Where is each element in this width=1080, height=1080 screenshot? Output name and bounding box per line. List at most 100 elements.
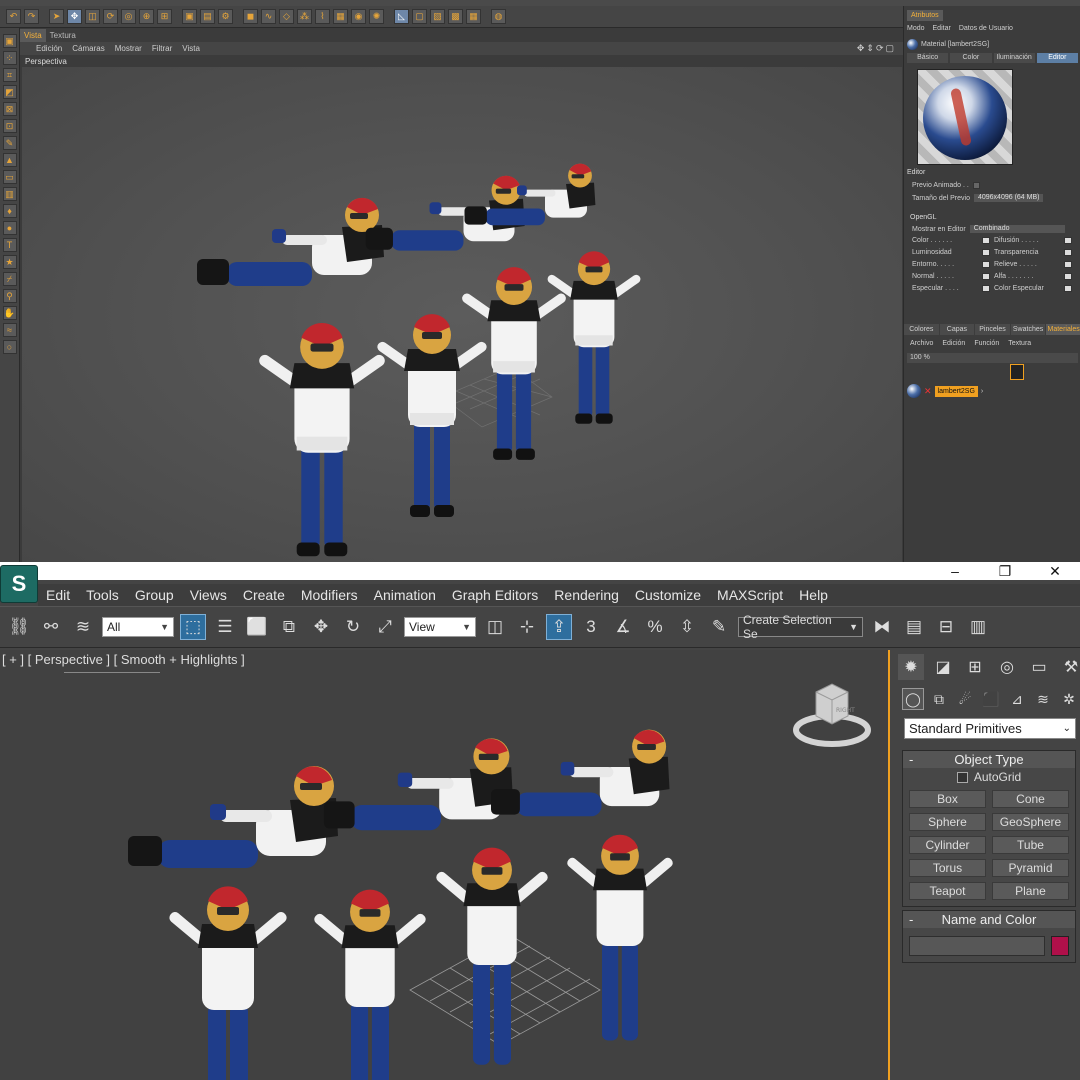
fill-icon[interactable]: ▲	[2, 153, 17, 167]
teapot-button[interactable]: Teapot	[909, 882, 986, 900]
subtab-editor[interactable]: Editor	[1036, 53, 1078, 63]
lock-axis-icon[interactable]: ⊕	[139, 9, 154, 24]
display-tab-icon[interactable]: ▭	[1026, 654, 1052, 680]
helpers-icon[interactable]: ⊿	[1006, 688, 1028, 710]
render-view-icon[interactable]: ▣	[182, 9, 197, 24]
menu-tools[interactable]: Tools	[78, 587, 127, 603]
torus-button[interactable]: Torus	[909, 859, 986, 877]
channel-checkbox[interactable]	[982, 237, 990, 244]
restore-button[interactable]: ❐	[980, 562, 1030, 580]
menu-help[interactable]: Help	[791, 587, 836, 603]
tab-pinceles[interactable]: Pinceles	[975, 324, 1010, 335]
render-pv-icon[interactable]: ▤	[200, 9, 215, 24]
cylinder-button[interactable]: Cylinder	[909, 836, 986, 854]
rect-selection-icon[interactable]: ⬜	[244, 614, 270, 640]
menu-group[interactable]: Group	[127, 587, 182, 603]
geometry-icon[interactable]: ◯	[902, 688, 924, 710]
menu-edicion-mat[interactable]: Edición	[942, 339, 965, 349]
spinner-snap-icon[interactable]: ⇳	[674, 614, 700, 640]
menu-animation[interactable]: Animation	[366, 587, 444, 603]
select-icon[interactable]: ➤	[49, 9, 64, 24]
bind-spacewarp-icon[interactable]: ≋	[70, 614, 96, 640]
object-type-header[interactable]: - Object Type	[903, 751, 1075, 768]
texture-mode-icon[interactable]: ▧	[430, 9, 445, 24]
material-row[interactable]: ✕ lambert2SG ›	[907, 384, 983, 398]
polygons-mode-icon[interactable]: ◩	[2, 85, 17, 99]
channel-checkbox[interactable]	[1064, 237, 1072, 244]
deformer-icon[interactable]: ⌇	[315, 9, 330, 24]
select-manipulate-icon[interactable]: ⊹	[514, 614, 540, 640]
star-icon[interactable]: ★	[2, 255, 17, 269]
viewport-nav-icons[interactable]: ✥⇕⟳▢	[857, 43, 896, 54]
keyboard-shortcut-override-icon[interactable]: ⇪	[546, 614, 572, 640]
menu-edicion[interactable]: Edición	[36, 42, 62, 55]
subtab-color[interactable]: Color	[950, 53, 992, 63]
shapes-icon[interactable]: ⧉	[928, 688, 950, 710]
channel-checkbox[interactable]	[982, 261, 990, 268]
menu-maxscript[interactable]: MAXScript	[709, 587, 791, 603]
cameras-icon[interactable]: ⬛	[980, 688, 1002, 710]
brush-icon[interactable]: ✎	[2, 136, 17, 150]
name-color-header[interactable]: - Name and Color	[903, 911, 1075, 928]
align-icon[interactable]: ▤	[901, 614, 927, 640]
lights-icon[interactable]: ☄	[954, 688, 976, 710]
array-icon[interactable]: ⁂	[297, 9, 312, 24]
chevron-right-icon[interactable]: ›	[981, 388, 983, 395]
plane-button[interactable]: Plane	[992, 882, 1069, 900]
snaps-toggle-icon[interactable]: 3	[578, 614, 604, 640]
pivot-center-icon[interactable]: ◫	[482, 614, 508, 640]
tab-atributos[interactable]: Atributos	[907, 10, 943, 21]
texture-axis-icon[interactable]: ⊡	[2, 119, 17, 133]
scale-icon[interactable]: ◫	[85, 9, 100, 24]
move-icon[interactable]: ✥	[67, 9, 82, 24]
scene-explorer-icon[interactable]: ▥	[965, 614, 991, 640]
max-viewport[interactable]: [ + ] [ Perspective ] [ Smooth + Highlig…	[0, 650, 890, 1080]
layer-icon[interactable]: ▥	[2, 187, 17, 201]
box-button[interactable]: Box	[909, 790, 986, 808]
cone-button[interactable]: Cone	[992, 790, 1069, 808]
coord-system-icon[interactable]: ⊞	[157, 9, 172, 24]
object-name-input[interactable]	[909, 936, 1045, 956]
scene-icon[interactable]: ▦	[333, 9, 348, 24]
close-icon[interactable]: ✕	[924, 386, 932, 397]
text-tool-icon[interactable]: T	[2, 238, 17, 252]
menu-textura[interactable]: Textura	[1008, 339, 1031, 349]
channel-checkbox[interactable]	[1064, 273, 1072, 280]
mirror-icon[interactable]: ⧓	[869, 614, 895, 640]
model-mode-icon[interactable]: ◺	[394, 9, 409, 24]
motion-tab-icon[interactable]: ◎	[994, 654, 1020, 680]
c4d-viewport[interactable]	[22, 67, 902, 562]
hierarchy-tab-icon[interactable]: ⊞	[962, 654, 988, 680]
edit-named-selection-icon[interactable]: ✎	[706, 614, 732, 640]
uv-mode-icon[interactable]: ⊠	[2, 102, 17, 116]
nurbs-icon[interactable]: ◇	[279, 9, 294, 24]
object-mode-icon[interactable]: ▢	[412, 9, 427, 24]
channel-checkbox[interactable]	[1064, 261, 1072, 268]
subtab-iluminacion[interactable]: Iluminación	[993, 53, 1035, 63]
max-logo-icon[interactable]: S	[0, 565, 38, 603]
menu-customize[interactable]: Customize	[627, 587, 709, 603]
circle-tool-icon[interactable]: ○	[2, 340, 17, 354]
percent-snap-icon[interactable]: %	[642, 614, 668, 640]
wave-icon[interactable]: ≈	[2, 323, 17, 337]
menu-archivo[interactable]: Archivo	[910, 339, 933, 349]
modify-tab-icon[interactable]: ◪	[930, 654, 956, 680]
geosphere-button[interactable]: GeoSphere	[992, 813, 1069, 831]
channel-checkbox[interactable]	[982, 273, 990, 280]
tab-materiales[interactable]: Materiales	[1046, 324, 1080, 335]
menu-vista[interactable]: Vista	[182, 42, 200, 55]
tab-swatches[interactable]: Swatches	[1010, 324, 1046, 335]
tab-vista[interactable]: Vista	[20, 29, 46, 42]
hand-icon[interactable]: ✋	[2, 306, 17, 320]
menu-filtrar[interactable]: Filtrar	[152, 42, 172, 55]
utilities-tab-icon[interactable]: ⚒	[1058, 654, 1080, 680]
edges-mode-icon[interactable]: ⌗	[2, 68, 17, 82]
angle-snap-icon[interactable]: ∡	[610, 614, 636, 640]
channel-checkbox[interactable]	[982, 285, 990, 292]
camera-icon[interactable]: ◉	[351, 9, 366, 24]
channel-checkbox[interactable]	[1064, 285, 1072, 292]
autogrid-checkbox[interactable]	[956, 771, 968, 783]
material-preview[interactable]	[917, 69, 1013, 165]
magnify-icon[interactable]: ⚲	[2, 289, 17, 303]
channel-checkbox[interactable]	[982, 249, 990, 256]
